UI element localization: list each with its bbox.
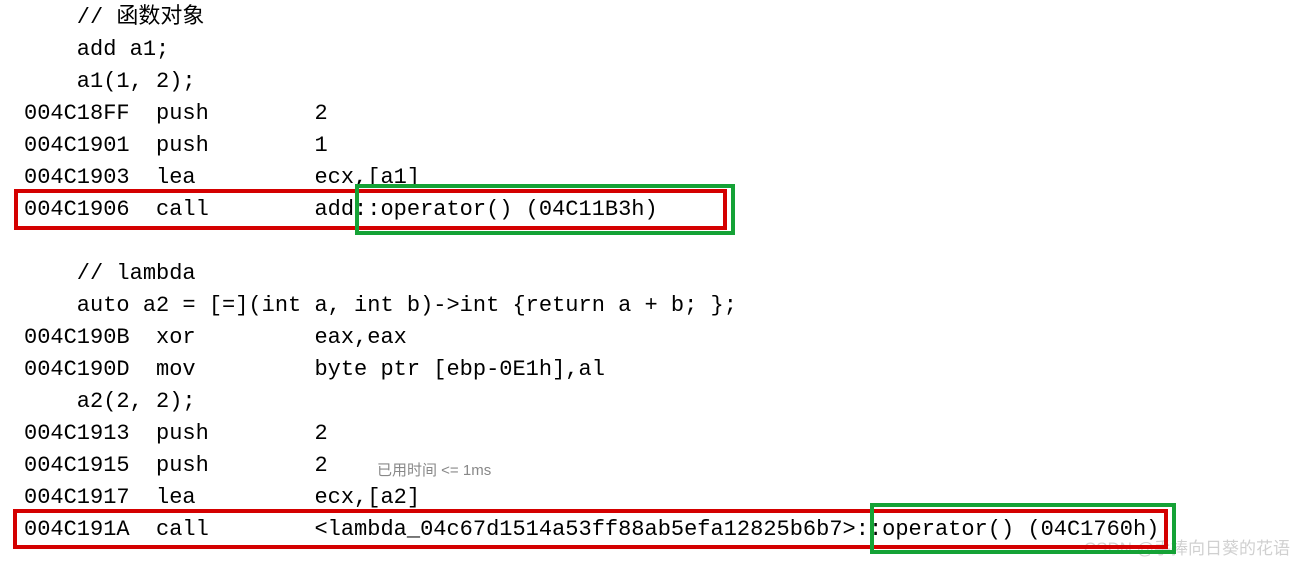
asm-text: 004C1901 push 1 xyxy=(24,133,354,158)
code-line: a1(1, 2); xyxy=(24,66,1312,98)
asm-text: 004C18FF push 2 xyxy=(24,101,354,126)
asm-text: 004C190D mov byte ptr [ebp-0E1h],al xyxy=(24,357,631,382)
code-listing: // 函数对象 add a1; a1(1, 2); 004C18FF push … xyxy=(0,0,1312,546)
timing-hint: 已用时间 <= 1ms xyxy=(377,455,491,487)
comment: // lambda xyxy=(24,261,196,286)
comment: // 函数对象 xyxy=(24,5,204,30)
code-line: auto a2 = [=](int a, int b)->int {return… xyxy=(24,290,1312,322)
asm-text: 004C1915 push 2 xyxy=(24,453,354,478)
code-line: // 函数对象 xyxy=(24,2,1312,34)
highlight-lambda-operator xyxy=(870,503,1176,554)
asm-line: 004C1901 push 1 xyxy=(24,130,1312,162)
asm-line: 004C190D mov byte ptr [ebp-0E1h],al xyxy=(24,354,1312,386)
code-line: add a1; xyxy=(24,34,1312,66)
asm-line: 004C190B xor eax,eax xyxy=(24,322,1312,354)
statement: add a1; xyxy=(24,37,169,62)
code-line: // lambda xyxy=(24,258,1312,290)
asm-text: 004C1913 push 2 xyxy=(24,421,354,446)
statement: auto a2 = [=](int a, int b)->int {return… xyxy=(24,293,737,318)
disassembly-view: { "lines": { "l01": " // 函数对象", "l02": "… xyxy=(0,0,1312,573)
statement: a1(1, 2); xyxy=(24,69,196,94)
code-line: a2(2, 2); xyxy=(24,386,1312,418)
asm-text: 004C190B xor eax,eax xyxy=(24,325,433,350)
asm-line: 004C1915 push 2 xyxy=(24,450,1312,482)
statement: a2(2, 2); xyxy=(24,389,196,414)
asm-line: 004C18FF push 2 xyxy=(24,98,1312,130)
asm-line: 004C1913 push 2 xyxy=(24,418,1312,450)
asm-text: 004C1917 lea ecx,[a2] xyxy=(24,485,446,510)
highlight-functor-operator xyxy=(355,184,735,235)
